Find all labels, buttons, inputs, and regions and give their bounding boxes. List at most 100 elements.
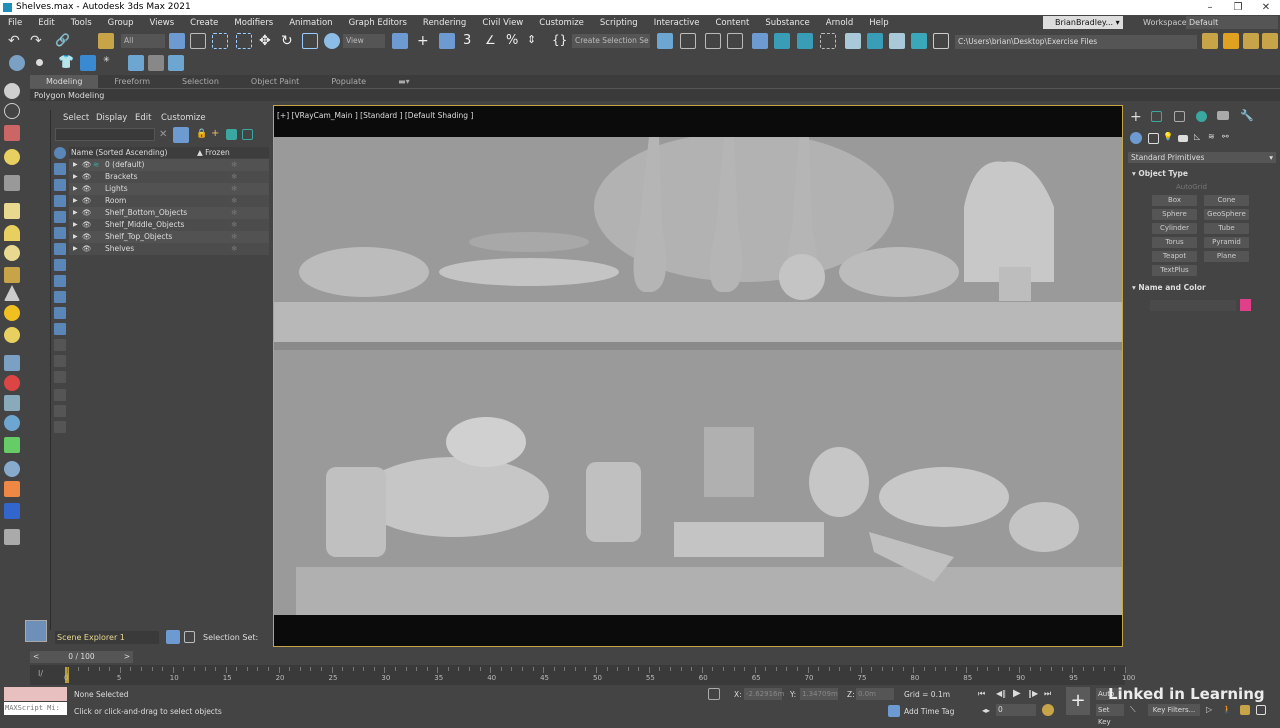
- add-time-tag[interactable]: Add Time Tag: [904, 707, 954, 716]
- open-folder-icon[interactable]: [1223, 33, 1239, 49]
- rectangular-selection-icon[interactable]: [212, 33, 228, 49]
- display-helpers-icon[interactable]: [54, 211, 66, 223]
- project-manager-icon[interactable]: [1262, 33, 1278, 49]
- layer-explorer-button-icon[interactable]: [166, 630, 180, 644]
- select-object-icon[interactable]: [169, 33, 185, 49]
- plane-button[interactable]: Plane: [1204, 251, 1249, 262]
- y-coordinate-field[interactable]: 1.34709m: [800, 688, 838, 700]
- layer-row[interactable]: ▶ 👁 Lights ❄: [69, 183, 269, 195]
- motion-tab-icon[interactable]: [1196, 111, 1207, 122]
- move-icon[interactable]: ✥: [259, 33, 275, 49]
- geometry-category-icon[interactable]: [1130, 132, 1142, 144]
- particles-icon[interactable]: [4, 481, 20, 497]
- display-geometry-icon[interactable]: [54, 147, 66, 159]
- torus-icon[interactable]: [4, 267, 20, 283]
- teapot-icon[interactable]: [4, 83, 20, 99]
- cone-icon[interactable]: [4, 285, 20, 301]
- column-name[interactable]: Name (Sorted Ascending): [71, 148, 167, 157]
- select-manipulate-icon[interactable]: +: [417, 33, 433, 49]
- visibility-icon[interactable]: 👁: [82, 195, 92, 207]
- display-none-icon[interactable]: [54, 355, 66, 367]
- cloth-icon[interactable]: 👕: [58, 55, 74, 71]
- expand-icon[interactable]: ▶: [73, 159, 78, 171]
- cylinder-button[interactable]: Cylinder: [1152, 223, 1197, 234]
- object-name-input[interactable]: [1150, 300, 1236, 311]
- edit-named-selection-icon[interactable]: {}: [552, 33, 568, 49]
- explorer-menu-customize[interactable]: Customize: [161, 113, 206, 123]
- layer-row[interactable]: ▶ 👁 Shelf_Bottom_Objects ❄: [69, 207, 269, 219]
- sphere-icon[interactable]: [4, 245, 20, 261]
- filter-icon[interactable]: [173, 127, 189, 143]
- x-coordinate-field[interactable]: -2.62916m: [744, 688, 784, 700]
- menu-tools[interactable]: Tools: [63, 18, 100, 28]
- current-frame-field[interactable]: 0: [996, 704, 1036, 716]
- display-bones-icon[interactable]: [54, 275, 66, 287]
- explorer-search-input[interactable]: [55, 128, 155, 141]
- previous-key-icon[interactable]: ◀‖: [996, 689, 1006, 698]
- go-to-start-icon[interactable]: ⏮: [978, 689, 985, 699]
- filter-toggle-icon[interactable]: [54, 405, 66, 417]
- viewport-layout-icon[interactable]: [25, 620, 47, 642]
- go-to-end-icon[interactable]: ⏭: [1044, 689, 1051, 699]
- redo-icon[interactable]: ↷: [30, 33, 46, 49]
- schematic-view-icon[interactable]: [797, 33, 813, 49]
- material-editor-icon[interactable]: [820, 33, 836, 49]
- display-tab-icon[interactable]: [1217, 111, 1229, 120]
- menu-help[interactable]: Help: [861, 18, 896, 28]
- menu-substance[interactable]: Substance: [757, 18, 817, 28]
- render-mode-icon[interactable]: [933, 33, 949, 49]
- explorer-menu-edit[interactable]: Edit: [135, 113, 151, 123]
- explorer-menu-display[interactable]: Display: [96, 113, 127, 123]
- display-hidden-icon[interactable]: [54, 323, 66, 335]
- curve-toggle-icon[interactable]: I/: [38, 669, 43, 678]
- light-icon[interactable]: [4, 149, 20, 165]
- set-key-button[interactable]: +: [1066, 687, 1090, 715]
- systems-category-icon[interactable]: ⚯: [1222, 132, 1229, 141]
- display-cameras-icon[interactable]: [54, 195, 66, 207]
- sphere-object-icon[interactable]: [36, 59, 43, 66]
- helper-icon[interactable]: [4, 395, 20, 411]
- spacewarps-category-icon[interactable]: ≋: [1208, 132, 1215, 141]
- menu-graph-editors[interactable]: Graph Editors: [341, 18, 415, 28]
- default-tangents-icon[interactable]: ⟍: [1130, 705, 1136, 715]
- maxscript-listener-output[interactable]: [4, 687, 67, 701]
- walk-through-icon[interactable]: 🚶: [1222, 705, 1232, 714]
- layer-row[interactable]: ▶ 👁 Shelves ❄: [69, 243, 269, 255]
- set-key-mode-button[interactable]: Set Key: [1096, 704, 1124, 726]
- align-icon[interactable]: [680, 33, 696, 49]
- camera-icon[interactable]: [4, 175, 20, 191]
- layer-row[interactable]: ▶ 👁 Brackets ❄: [69, 171, 269, 183]
- curve-editor-icon[interactable]: [774, 33, 790, 49]
- modify-tab-icon[interactable]: [1151, 111, 1162, 122]
- toggle-ribbon-icon[interactable]: [752, 33, 768, 49]
- time-configuration-icon[interactable]: [1042, 704, 1054, 716]
- menu-interactive[interactable]: Interactive: [646, 18, 708, 28]
- viewport-label[interactable]: [+] [VRayCam_Main ] [Standard ] [Default…: [277, 111, 473, 120]
- helpers-category-icon[interactable]: ◺: [1194, 132, 1200, 141]
- pyramid-button[interactable]: Pyramid: [1204, 237, 1249, 248]
- link-icon[interactable]: 🔗: [55, 33, 71, 49]
- render-icon[interactable]: [4, 125, 20, 141]
- menu-civil-view[interactable]: Civil View: [474, 18, 531, 28]
- bind-space-warp-icon[interactable]: [98, 33, 114, 49]
- scene-render[interactable]: [274, 137, 1122, 615]
- visibility-icon[interactable]: 👁: [82, 183, 92, 195]
- expand-icon[interactable]: ▶: [73, 171, 78, 183]
- menu-scripting[interactable]: Scripting: [592, 18, 646, 28]
- expand-icon[interactable]: ▶: [73, 219, 78, 231]
- visibility-icon[interactable]: 👁: [82, 171, 92, 183]
- expand-icon[interactable]: ▶: [73, 243, 78, 255]
- hierarchy-button-icon[interactable]: [184, 631, 195, 643]
- workspaces-dropdown[interactable]: Default: [1186, 16, 1278, 29]
- material-icon[interactable]: [4, 375, 20, 391]
- reference-coordinate-dropdown[interactable]: View: [343, 34, 385, 48]
- filter-funnel-icon[interactable]: [54, 389, 66, 401]
- viewport-camera[interactable]: [+] [VRayCam_Main ] [Standard ] [Default…: [273, 105, 1123, 647]
- vray-icon[interactable]: [4, 503, 20, 519]
- user-account-dropdown[interactable]: BrianBradley... ▾: [1043, 16, 1123, 29]
- menu-edit[interactable]: Edit: [30, 18, 62, 28]
- maximize-viewport-icon[interactable]: [1256, 705, 1266, 715]
- freeze-icon[interactable]: ❄: [231, 171, 237, 183]
- window-crossing-icon[interactable]: [236, 33, 252, 49]
- mirror-icon[interactable]: [657, 33, 673, 49]
